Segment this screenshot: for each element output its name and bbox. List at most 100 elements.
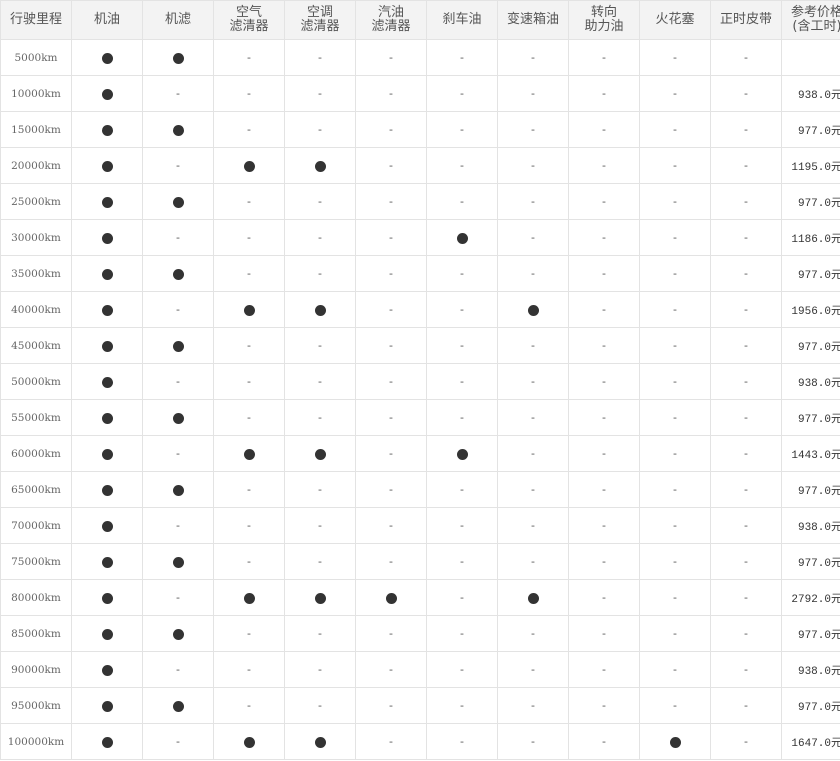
item-cell: - [355, 255, 427, 292]
item-cell: - [284, 615, 356, 652]
not-required-dash: - [602, 699, 606, 712]
required-dot-icon [172, 628, 184, 640]
required-dot-icon [101, 88, 113, 100]
item-cell: - [284, 75, 356, 112]
table-row: 85000km - - - - - - - - 977.0元 [0, 615, 840, 652]
column-header: 空气 滤清器 [213, 0, 285, 40]
item-cell: - [213, 687, 285, 724]
item-cell: - [355, 399, 427, 436]
item-cell [71, 327, 143, 364]
price-cell: 977.0元 [781, 687, 840, 724]
table-row: 70000km - - - - - - - - - 938.0元 [0, 507, 840, 544]
not-required-dash: - [247, 699, 251, 712]
required-dot-icon [101, 592, 113, 604]
item-cell [71, 579, 143, 616]
item-cell: - [213, 363, 285, 400]
not-required-dash: - [744, 555, 748, 568]
mileage-cell: 40000km [0, 291, 72, 328]
not-required-dash: - [389, 339, 393, 352]
item-cell: - [497, 183, 569, 220]
not-required-dash: - [673, 699, 677, 712]
item-cell: - [710, 507, 782, 544]
not-required-dash: - [318, 231, 322, 244]
required-dot-icon [243, 160, 255, 172]
mileage-cell: 90000km [0, 651, 72, 688]
item-cell: - [213, 651, 285, 688]
item-cell: - [639, 363, 711, 400]
not-required-dash: - [389, 51, 393, 64]
mileage-cell: 10000km [0, 75, 72, 112]
required-dot-icon [101, 196, 113, 208]
mileage-cell: 50000km [0, 363, 72, 400]
item-cell: - [568, 651, 640, 688]
not-required-dash: - [460, 159, 464, 172]
not-required-dash: - [247, 627, 251, 640]
item-cell: - [426, 255, 498, 292]
item-cell: - [213, 39, 285, 76]
price-cell: 1186.0元 [781, 219, 840, 256]
not-required-dash: - [176, 375, 180, 388]
required-dot-icon [101, 412, 113, 424]
item-cell: - [568, 291, 640, 328]
not-required-dash: - [602, 519, 606, 532]
item-cell: - [639, 435, 711, 472]
item-cell: - [497, 471, 569, 508]
not-required-dash: - [602, 663, 606, 676]
required-dot-icon [385, 592, 397, 604]
column-header: 火花塞 [639, 0, 711, 40]
item-cell: - [710, 219, 782, 256]
item-cell: - [710, 543, 782, 580]
not-required-dash: - [744, 339, 748, 352]
item-cell [142, 327, 214, 364]
item-cell: - [568, 615, 640, 652]
item-cell [284, 723, 356, 760]
item-cell: - [710, 435, 782, 472]
not-required-dash: - [673, 51, 677, 64]
table-row: 15000km - - - - - - - - 977.0元 [0, 111, 840, 148]
not-required-dash: - [389, 663, 393, 676]
not-required-dash: - [176, 87, 180, 100]
price-cell: 1647.0元 [781, 723, 840, 760]
item-cell: - [497, 363, 569, 400]
not-required-dash: - [744, 303, 748, 316]
price-cell: 977.0元 [781, 183, 840, 220]
header-row: 行驶里程 机油 机滤 空气 滤清器 空调 滤清器 汽油 滤清器 刹车油 变速箱油 转向 助力油 火花塞 正时… [0, 0, 840, 40]
not-required-dash: - [247, 87, 251, 100]
item-cell: - [355, 507, 427, 544]
required-dot-icon [101, 628, 113, 640]
item-cell [213, 147, 285, 184]
not-required-dash: - [318, 87, 322, 100]
column-header: 正时皮带 [710, 0, 782, 40]
item-cell: - [639, 579, 711, 616]
table-row: 95000km - - - - - - - - 977.0元 [0, 687, 840, 724]
required-dot-icon [172, 412, 184, 424]
required-dot-icon [101, 448, 113, 460]
item-cell: - [355, 435, 427, 472]
item-cell: - [710, 291, 782, 328]
not-required-dash: - [531, 159, 535, 172]
not-required-dash: - [673, 663, 677, 676]
item-cell: - [426, 183, 498, 220]
not-required-dash: - [247, 195, 251, 208]
mileage-cell: 25000km [0, 183, 72, 220]
price-cell: 977.0元 [781, 111, 840, 148]
item-cell: - [710, 615, 782, 652]
required-dot-icon [172, 196, 184, 208]
item-cell [142, 183, 214, 220]
item-cell: - [639, 291, 711, 328]
required-dot-icon [101, 340, 113, 352]
item-cell: - [426, 507, 498, 544]
item-cell: - [142, 291, 214, 328]
not-required-dash: - [602, 87, 606, 100]
not-required-dash: - [318, 555, 322, 568]
item-cell: - [355, 543, 427, 580]
item-cell: - [568, 579, 640, 616]
required-dot-icon [243, 448, 255, 460]
not-required-dash: - [673, 411, 677, 424]
item-cell: - [497, 39, 569, 76]
price-cell: 1956.0元 [781, 291, 840, 328]
item-cell [142, 471, 214, 508]
item-cell: - [284, 687, 356, 724]
not-required-dash: - [602, 339, 606, 352]
item-cell: - [284, 219, 356, 256]
